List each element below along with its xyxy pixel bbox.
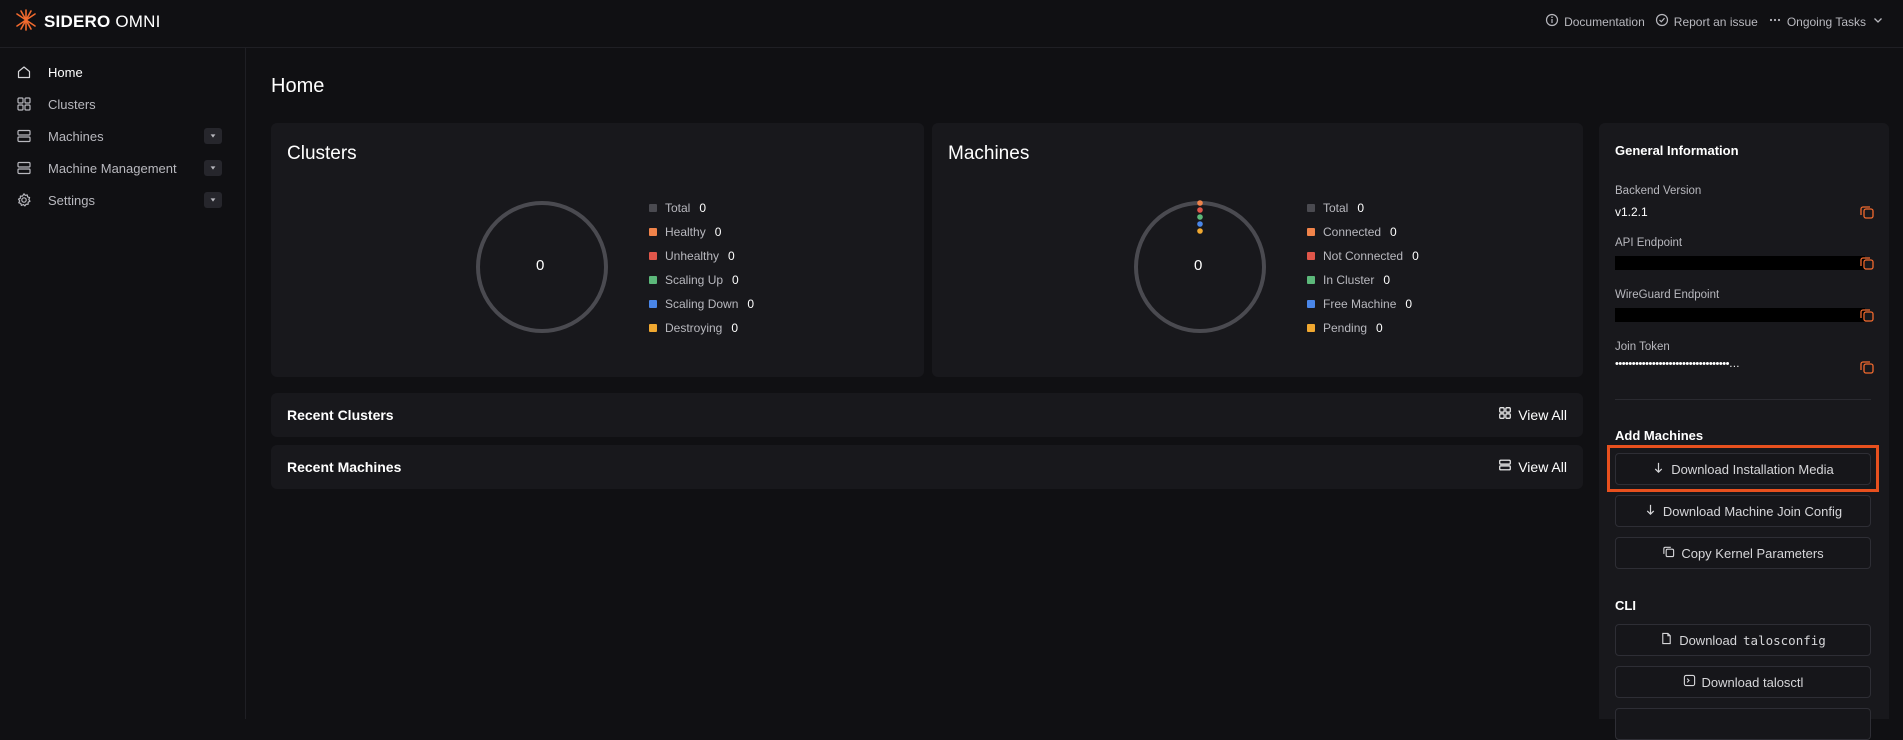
copy-icon[interactable]	[1859, 204, 1875, 220]
clusters-card: Clusters 0 Total 0 Healthy 0 Unhealthy 0 Sc…	[271, 123, 924, 377]
info-icon	[1545, 13, 1559, 30]
sidebar-item-label: Clusters	[48, 96, 96, 112]
file-icon	[1660, 632, 1673, 648]
general-information-title: General Information	[1615, 143, 1739, 158]
server-icon	[1498, 458, 1512, 475]
legend-item-unhealthy: Unhealthy 0	[649, 244, 754, 268]
legend-item-scaling-up: Scaling Up 0	[649, 268, 754, 292]
view-all-label: View All	[1518, 458, 1567, 475]
api-endpoint-label: API Endpoint	[1615, 237, 1683, 249]
sidebar-item-machines[interactable]: Machines	[16, 123, 222, 149]
ongoing-tasks-label: Ongoing Tasks	[1786, 14, 1866, 29]
recent-clusters-title: Recent Clusters	[287, 407, 394, 423]
download-label: Download	[1679, 632, 1738, 648]
download-machine-join-config-button[interactable]: Download Machine Join Config	[1615, 495, 1871, 527]
recent-clusters-panel: Recent Clusters View All	[271, 393, 1583, 437]
talosconfig-label: talosconfig	[1743, 632, 1826, 648]
legend-item-connected: Connected 0	[1307, 220, 1419, 244]
more-icon	[1768, 13, 1782, 30]
divider	[1615, 399, 1871, 400]
backend-version-value: v1.2.1	[1615, 205, 1648, 219]
legend-item-scaling-down: Scaling Down 0	[649, 292, 754, 316]
cli-extra-button[interactable]	[1615, 708, 1871, 740]
legend-item-in-cluster: In Cluster 0	[1307, 268, 1419, 292]
machines-card: Machines 0 Total 0 Connected 0 Not Connect…	[932, 123, 1583, 377]
api-endpoint-redacted	[1615, 256, 1865, 270]
documentation-link[interactable]: Documentation	[1545, 13, 1645, 30]
sidebar-item-label: Home	[48, 64, 83, 80]
arrow-down-icon	[1644, 503, 1657, 519]
sidebar-item-home[interactable]: Home	[16, 59, 222, 85]
cli-title: CLI	[1615, 598, 1636, 613]
sidebar: Home Clusters Machines Machine Managemen…	[0, 48, 246, 719]
caret-down-icon[interactable]	[204, 192, 222, 208]
machines-legend: Total 0 Connected 0 Not Connected 0 In Clus…	[1307, 196, 1419, 340]
caret-down-icon[interactable]	[204, 128, 222, 144]
report-issue-link[interactable]: Report an issue	[1655, 13, 1758, 30]
recent-machines-panel: Recent Machines View All	[271, 445, 1583, 489]
legend-item-healthy: Healthy 0	[649, 220, 754, 244]
check-circle-icon	[1655, 13, 1669, 30]
terminal-icon	[1683, 674, 1696, 690]
sidebar-item-machine-management[interactable]: Machine Management	[16, 155, 222, 181]
sidebar-item-label: Machines	[48, 128, 104, 144]
page-title: Home	[271, 75, 325, 97]
backend-version-label: Backend Version	[1615, 185, 1702, 197]
copy-icon[interactable]	[1859, 359, 1875, 375]
ongoing-tasks-button[interactable]: Ongoing Tasks	[1768, 13, 1885, 30]
gear-icon	[16, 192, 32, 208]
legend-item-total: Total 0	[649, 196, 754, 220]
join-token-value: ••••••••••••••••••••••••••••••••••…	[1615, 358, 1740, 370]
view-all-machines-link[interactable]: View All	[1498, 458, 1567, 475]
sidebar-item-clusters[interactable]: Clusters	[16, 91, 222, 117]
logo-text: SIDERO OMNI	[44, 12, 161, 31]
clusters-total-value: 0	[536, 257, 545, 274]
caret-down-icon[interactable]	[204, 160, 222, 176]
grid-icon	[1498, 406, 1512, 423]
wireguard-endpoint-label: WireGuard Endpoint	[1615, 289, 1720, 301]
wireguard-endpoint-redacted	[1615, 308, 1865, 322]
grid-icon	[16, 96, 32, 112]
legend-item-total: Total 0	[1307, 196, 1419, 220]
server-icon	[16, 128, 32, 144]
legend-item-destroying: Destroying 0	[649, 316, 754, 340]
home-icon	[16, 64, 32, 80]
view-all-clusters-link[interactable]: View All	[1498, 406, 1567, 423]
recent-machines-title: Recent Machines	[287, 459, 402, 475]
legend-item-pending: Pending 0	[1307, 316, 1419, 340]
documentation-label: Documentation	[1564, 14, 1645, 29]
copy-icon[interactable]	[1859, 255, 1875, 271]
copy-kernel-parameters-button[interactable]: Copy Kernel Parameters	[1615, 537, 1871, 569]
sidero-logo-icon	[14, 8, 38, 37]
sidero-omni-logo[interactable]: SIDERO OMNI	[14, 8, 161, 37]
legend-item-free-machine: Free Machine 0	[1307, 292, 1419, 316]
copy-icon	[1662, 545, 1675, 561]
copy-kernel-parameters-label: Copy Kernel Parameters	[1681, 545, 1824, 561]
join-token-label: Join Token	[1615, 341, 1670, 353]
clusters-card-title: Clusters	[287, 143, 357, 164]
sidebar-item-settings[interactable]: Settings	[16, 187, 222, 213]
sidebar-item-label: Machine Management	[48, 160, 177, 176]
copy-icon[interactable]	[1859, 307, 1875, 323]
report-issue-label: Report an issue	[1673, 14, 1758, 29]
chevron-down-icon	[1871, 13, 1885, 30]
highlight-box	[1607, 445, 1879, 492]
clusters-legend: Total 0 Healthy 0 Unhealthy 0 Scaling Up 0 S…	[649, 196, 754, 340]
machines-total-value: 0	[1194, 257, 1203, 274]
view-all-label: View All	[1518, 406, 1567, 423]
general-information-panel: General Information Backend Version v1.2…	[1599, 123, 1889, 740]
legend-item-not-connected: Not Connected 0	[1307, 244, 1419, 268]
machines-card-title: Machines	[948, 143, 1030, 164]
add-machines-title: Add Machines	[1615, 428, 1704, 443]
top-bar: SIDERO OMNI Documentation Report an issu…	[0, 0, 1903, 48]
download-talosctl-button[interactable]: Download talosctl	[1615, 666, 1871, 698]
sidebar-item-label: Settings	[48, 192, 95, 208]
download-talosctl-label: Download talosctl	[1701, 674, 1804, 690]
download-machine-join-config-label: Download Machine Join Config	[1662, 503, 1843, 519]
server-icon	[16, 160, 32, 176]
download-talosconfig-button[interactable]: Download talosconfig	[1615, 624, 1871, 656]
